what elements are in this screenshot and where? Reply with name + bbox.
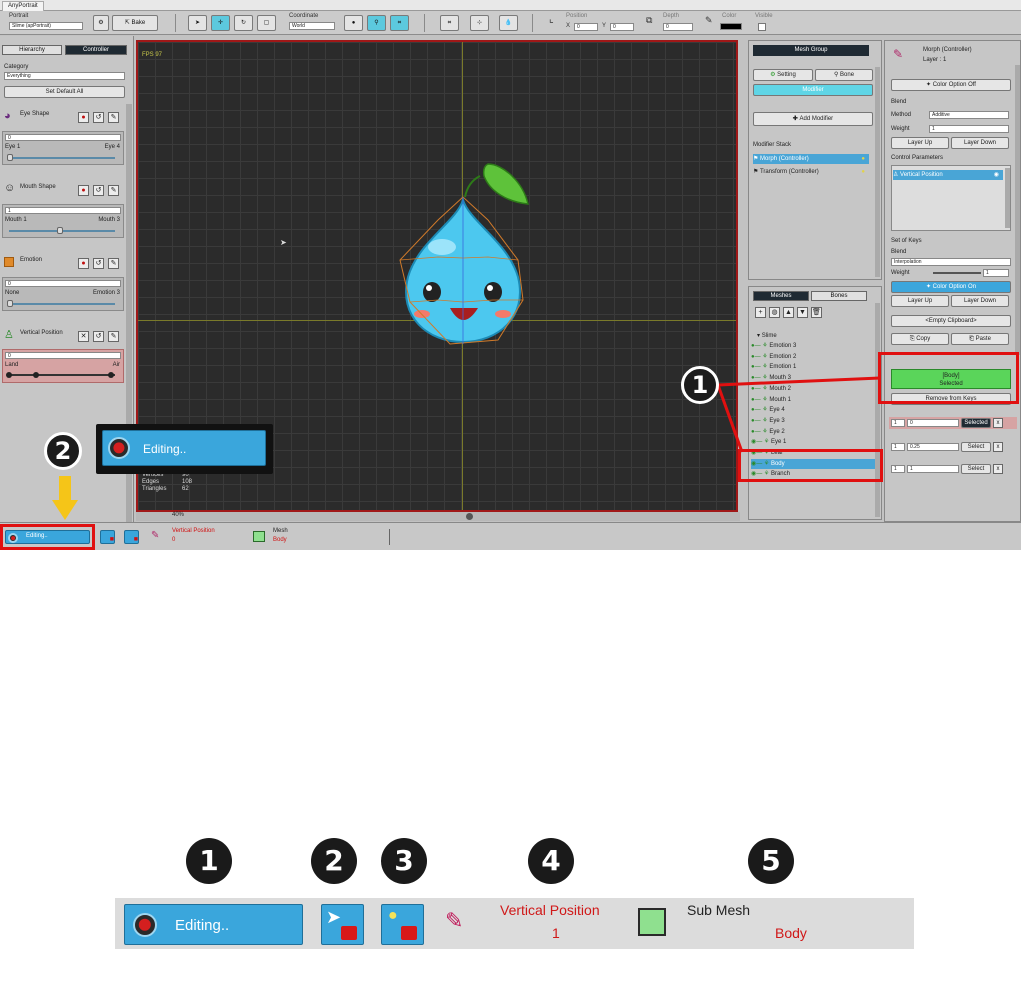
legend-selection-lock: ➤ [321, 904, 364, 945]
bulb-icon: ● [388, 907, 398, 924]
lock-icon [401, 926, 417, 940]
legend-sub-mesh: Sub Mesh [687, 902, 751, 918]
legend-number-1: 1 [186, 838, 232, 884]
morph-icon: ✎ [445, 908, 464, 933]
record-stop-icon [108, 437, 130, 459]
legend-param-name: Vertical Position [500, 902, 600, 918]
yellow-arrow-icon [52, 476, 78, 520]
legend-modifier-lock: ● [381, 904, 424, 945]
legend-number-5: 5 [748, 838, 794, 884]
legend-number-2: 2 [311, 838, 357, 884]
legend-sub-mesh-value: Body [775, 925, 807, 941]
lock-icon [341, 926, 357, 940]
legend-editing-button: Editing.. [124, 904, 303, 945]
status-bar-legend: Editing.. ➤ ● ✎ Vertical Position 1 Sub … [115, 898, 914, 949]
mesh-icon [638, 908, 666, 936]
anyportrait-editor: AnyPortrait Portrait Slime (apPortrait) … [0, 0, 1021, 550]
legend-number-3: 3 [381, 838, 427, 884]
editing-zoom-label: Editing.. [143, 442, 187, 456]
record-stop-icon [133, 913, 157, 937]
callout-2: 2 [44, 432, 82, 470]
legend-param-value: 1 [552, 925, 560, 941]
cursor-icon: ➤ [326, 907, 342, 927]
editing-zoom-callout: Editing.. [96, 424, 273, 474]
legend-number-4: 4 [528, 838, 574, 884]
legend-editing-label: Editing.. [175, 917, 230, 934]
highlight-editing-button [0, 524, 95, 550]
callout-1: 1 [681, 366, 719, 404]
editing-button-zoom[interactable]: Editing.. [102, 430, 266, 466]
